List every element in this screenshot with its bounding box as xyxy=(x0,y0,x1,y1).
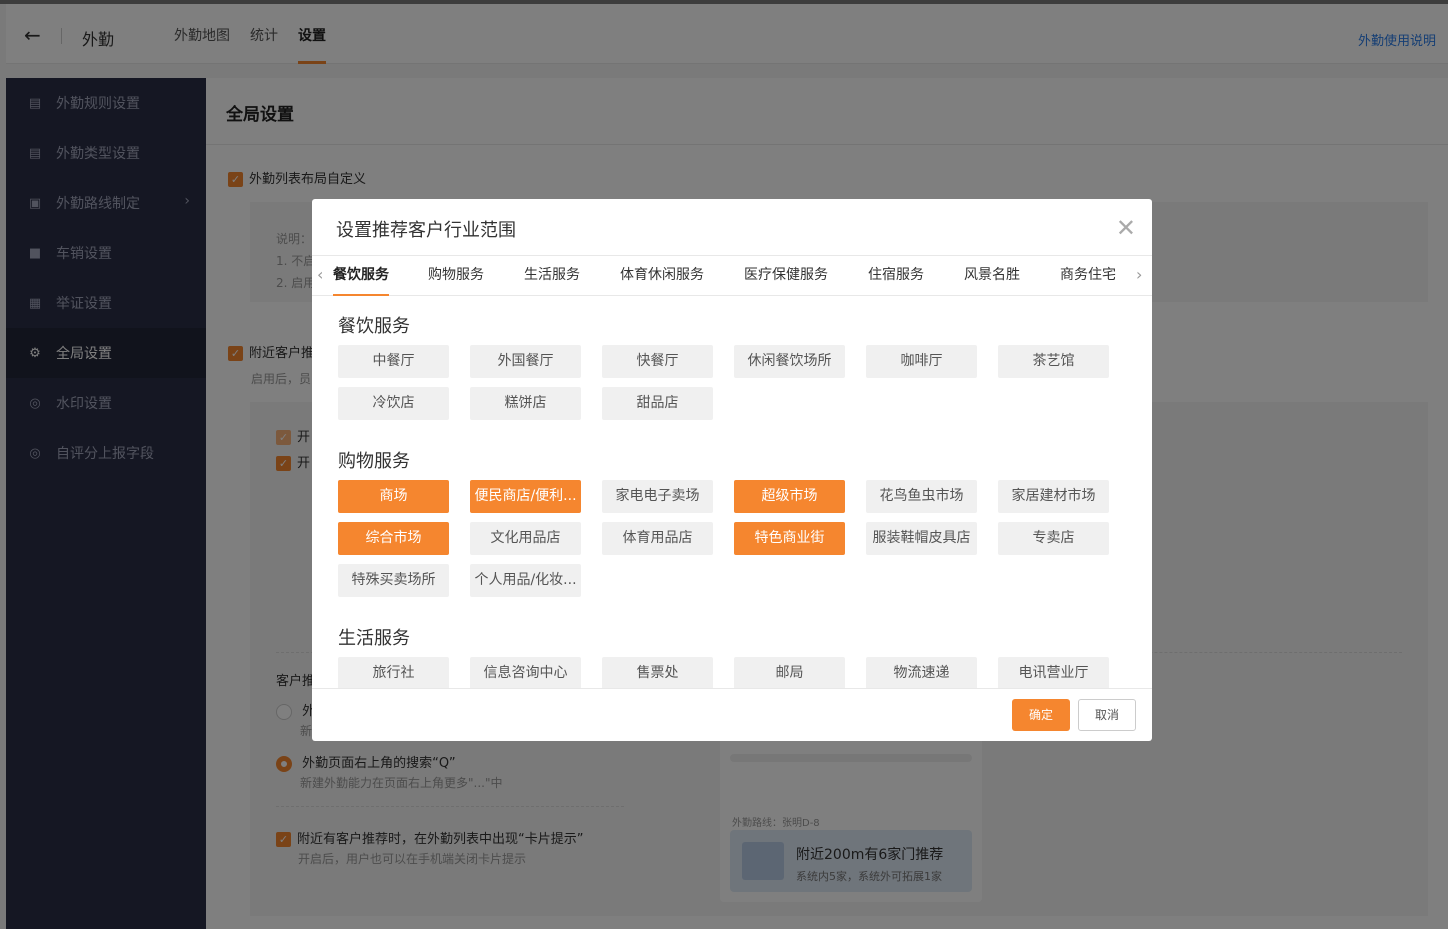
industry-chip[interactable]: 糕饼店 xyxy=(470,387,581,420)
industry-chip[interactable]: 邮局 xyxy=(734,657,845,688)
industry-chip[interactable]: 家居建材市场 xyxy=(998,480,1109,513)
chevron-left-icon[interactable]: ‹ xyxy=(317,265,323,284)
confirm-button[interactable]: 确定 xyxy=(1012,699,1070,731)
industry-chip[interactable]: 中餐厅 xyxy=(338,345,449,378)
industry-chip[interactable]: 咖啡厅 xyxy=(866,345,977,378)
close-icon[interactable]: ✕ xyxy=(1116,214,1136,242)
chip-list: 旅行社 信息咨询中心 售票处 邮局 物流速递 电讯营业厅 xyxy=(338,657,1138,688)
category-tabs: ‹ 餐饮服务 购物服务 生活服务 体育休闲服务 医疗保健服务 住宿服务 风景名胜… xyxy=(312,256,1152,296)
industry-chip[interactable]: 花鸟鱼虫市场 xyxy=(866,480,977,513)
industry-chip[interactable]: 家电电子卖场 xyxy=(602,480,713,513)
tab-lodging[interactable]: 住宿服务 xyxy=(868,256,924,296)
chevron-right-icon[interactable]: › xyxy=(1136,265,1142,284)
industry-chip[interactable]: 售票处 xyxy=(602,657,713,688)
industry-chip[interactable]: 体育用品店 xyxy=(602,522,713,555)
industry-chip[interactable]: 便民商店/便利... xyxy=(470,480,581,513)
tab-sports[interactable]: 体育休闲服务 xyxy=(620,256,704,296)
industry-chip[interactable]: 特殊买卖场所 xyxy=(338,564,449,597)
tab-business[interactable]: 商务住宅 xyxy=(1060,256,1116,296)
group-title: 购物服务 xyxy=(338,451,410,472)
industry-chip[interactable]: 商场 xyxy=(338,480,449,513)
industry-chip[interactable]: 个人用品/化妆... xyxy=(470,564,581,597)
industry-chip[interactable]: 旅行社 xyxy=(338,657,449,688)
cancel-button[interactable]: 取消 xyxy=(1078,699,1136,731)
tab-food[interactable]: 餐饮服务 xyxy=(333,256,389,296)
industry-chip[interactable]: 外国餐厅 xyxy=(470,345,581,378)
group-title: 餐饮服务 xyxy=(338,316,410,337)
industry-chip[interactable]: 茶艺馆 xyxy=(998,345,1109,378)
industry-chip[interactable]: 超级市场 xyxy=(734,480,845,513)
industry-chip[interactable]: 服装鞋帽皮具店 xyxy=(866,522,977,555)
tab-medical[interactable]: 医疗保健服务 xyxy=(744,256,828,296)
industry-chip[interactable]: 特色商业街 xyxy=(734,522,845,555)
industry-chip[interactable]: 文化用品店 xyxy=(470,522,581,555)
industry-chip[interactable]: 电讯营业厅 xyxy=(998,657,1109,688)
industry-chip[interactable]: 冷饮店 xyxy=(338,387,449,420)
industry-chip[interactable]: 快餐厅 xyxy=(602,345,713,378)
industry-scope-dialog: 设置推荐客户行业范围 ✕ ‹ 餐饮服务 购物服务 生活服务 体育休闲服务 医疗保… xyxy=(312,199,1152,741)
tab-scenic[interactable]: 风景名胜 xyxy=(964,256,1020,296)
dialog-title: 设置推荐客户行业范围 xyxy=(336,220,516,241)
industry-chip[interactable]: 信息咨询中心 xyxy=(470,657,581,688)
divider xyxy=(312,688,1152,689)
chip-list: 中餐厅 外国餐厅 快餐厅 休闲餐饮场所 咖啡厅 茶艺馆冷饮店 糕饼店 甜品店 xyxy=(338,345,1138,420)
industry-chip[interactable]: 物流速递 xyxy=(866,657,977,688)
dialog-body: 餐饮服务 中餐厅 外国餐厅 快餐厅 休闲餐饮场所 咖啡厅 茶艺馆冷饮店 糕饼店 甜品店 购物服… xyxy=(312,296,1152,688)
chip-list: 商场 便民商店/便利... 家电电子卖场 超级市场 花鸟鱼虫市场 家居建材市场综合市场 文化… xyxy=(338,480,1138,597)
industry-chip[interactable]: 甜品店 xyxy=(602,387,713,420)
industry-chip[interactable]: 专卖店 xyxy=(998,522,1109,555)
industry-chip[interactable]: 综合市场 xyxy=(338,522,449,555)
tab-life[interactable]: 生活服务 xyxy=(524,256,580,296)
industry-chip[interactable]: 休闲餐饮场所 xyxy=(734,345,845,378)
group-title: 生活服务 xyxy=(338,628,410,649)
tab-shopping[interactable]: 购物服务 xyxy=(428,256,484,296)
